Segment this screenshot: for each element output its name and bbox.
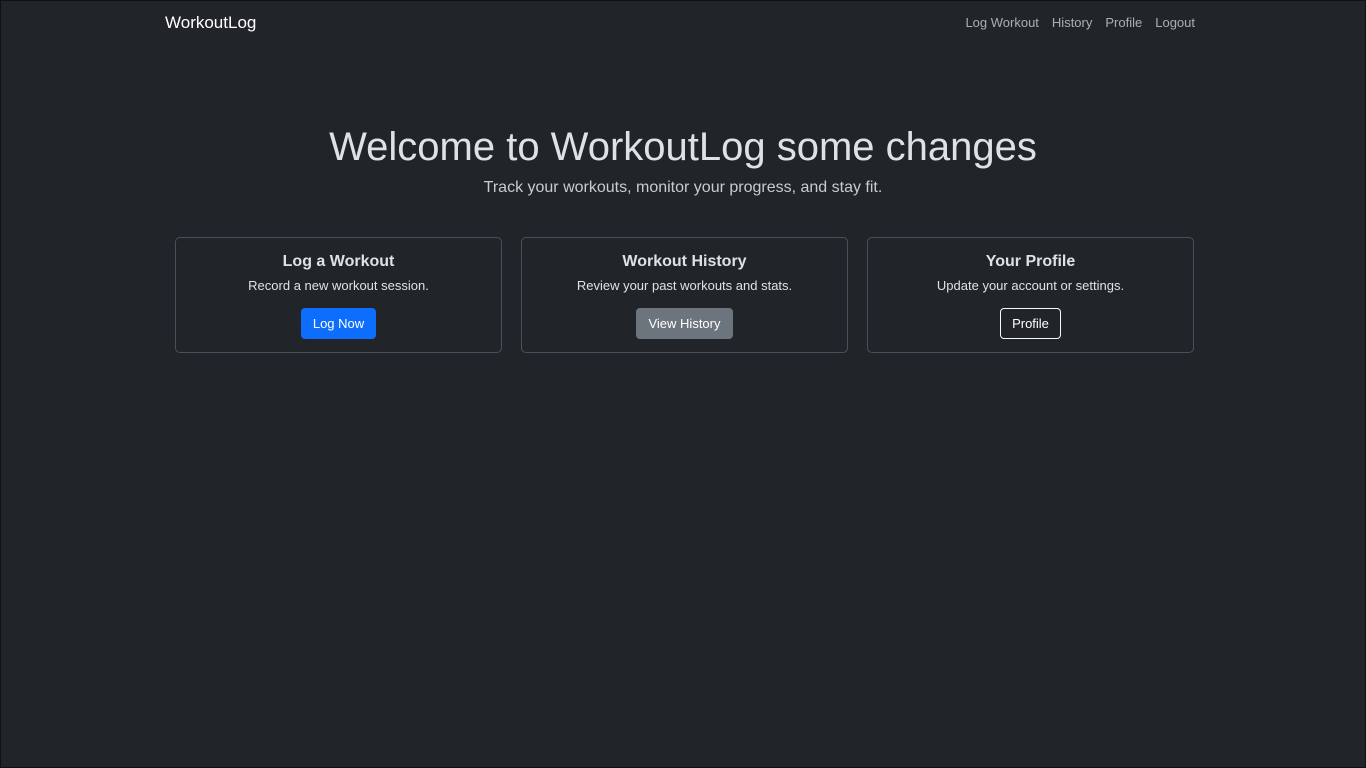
hero: Welcome to WorkoutLog some changes Track… [1,121,1365,197]
card-your-profile: Your Profile Update your account or sett… [867,237,1194,353]
card-title: Workout History [622,253,747,270]
nav-link-logout[interactable]: Logout [1155,15,1195,30]
nav-link-history[interactable]: History [1052,15,1092,30]
nav-link-log-workout[interactable]: Log Workout [965,15,1038,30]
nav-links: Log Workout History Profile Logout [965,15,1195,30]
card-description: Record a new workout session. [248,278,429,293]
brand-link[interactable]: WorkoutLog [165,13,256,33]
navbar: WorkoutLog Log Workout History Profile L… [1,1,1365,45]
card-title: Log a Workout [282,253,395,270]
card-description: Update your account or settings. [936,278,1125,293]
card-log-workout: Log a Workout Record a new workout sessi… [175,237,502,353]
log-now-button[interactable]: Log Now [300,308,377,339]
card-workout-history: Workout History Review your past workout… [521,237,848,353]
view-history-button[interactable]: View History [636,308,733,339]
card-title: Your Profile [985,253,1076,270]
page-subtitle: Track your workouts, monitor your progre… [483,179,883,196]
nav-link-profile[interactable]: Profile [1105,15,1142,30]
profile-button[interactable]: Profile [1000,308,1061,339]
page-title: Welcome to WorkoutLog some changes [329,125,1037,169]
card-description: Review your past workouts and stats. [576,278,793,293]
cards-row: Log a Workout Record a new workout sessi… [175,237,1194,353]
